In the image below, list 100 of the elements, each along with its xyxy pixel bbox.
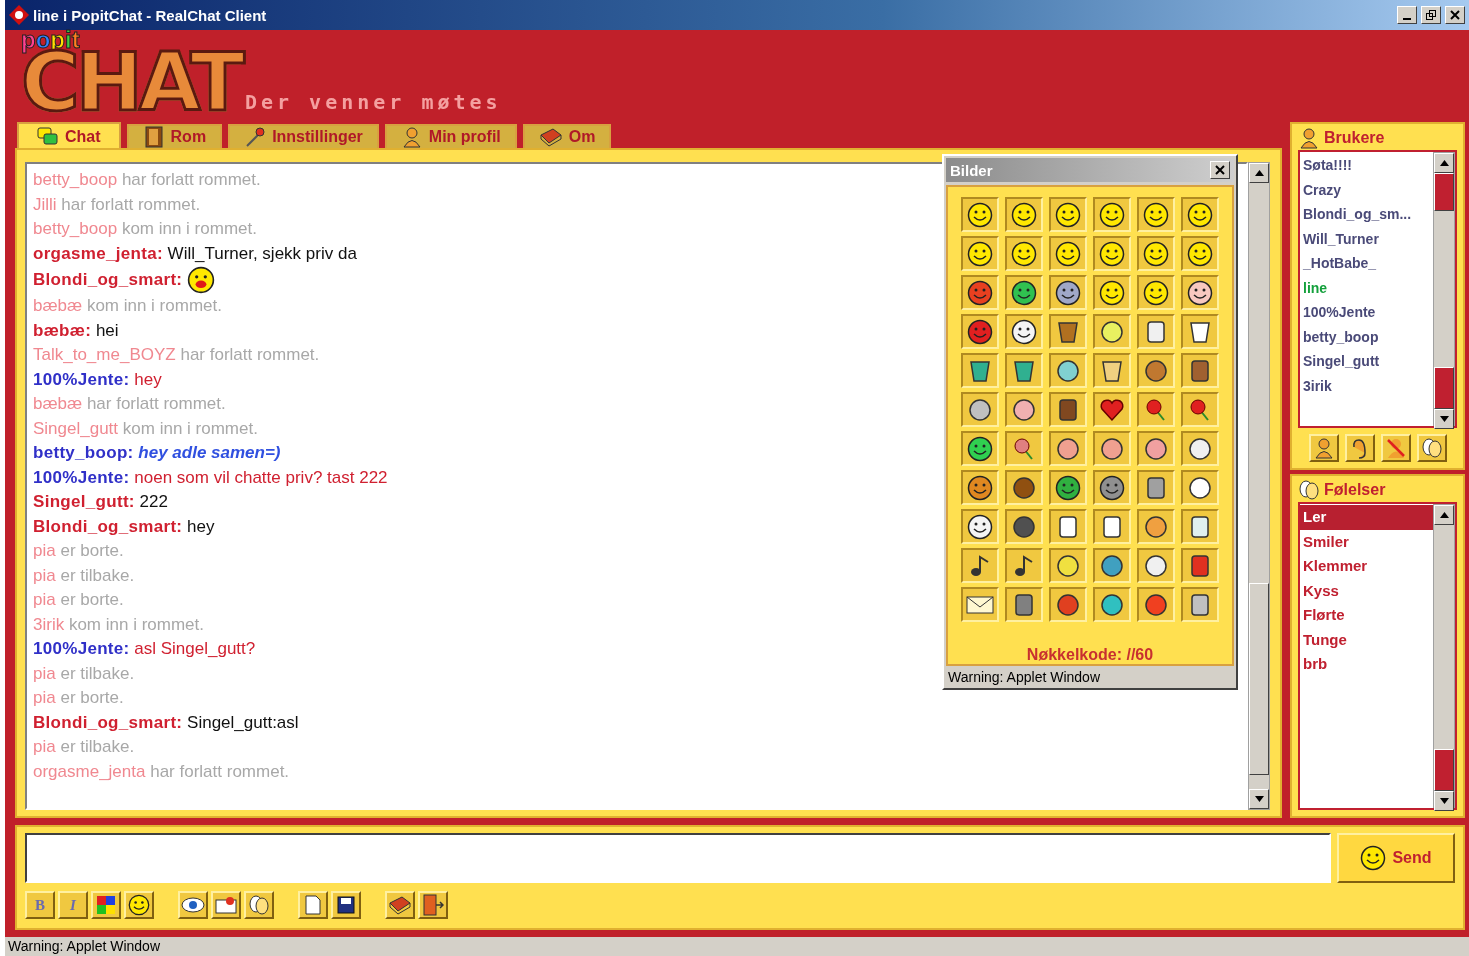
message-input[interactable] (25, 833, 1331, 883)
tab[interactable]: Rom (126, 124, 223, 148)
emoticon-button[interactable] (1093, 392, 1131, 427)
emoticon-button[interactable] (1049, 236, 1087, 271)
user-list-item[interactable]: 3irik (1300, 373, 1433, 398)
emoticon-button[interactable] (961, 548, 999, 583)
emoticon-button[interactable] (1181, 275, 1219, 310)
scroll-thumb[interactable] (1434, 367, 1454, 409)
feeling-list-item[interactable]: Kyss (1300, 578, 1433, 603)
restore-button[interactable] (1421, 6, 1441, 24)
emoticon-button[interactable] (961, 431, 999, 466)
emoticon-button[interactable] (1005, 548, 1043, 583)
emoticon-button[interactable] (1005, 470, 1043, 505)
emoticon-button[interactable] (1181, 236, 1219, 271)
emoticon-button[interactable] (961, 470, 999, 505)
feelings-button[interactable] (1416, 434, 1447, 462)
emoticon-button[interactable] (1181, 431, 1219, 466)
tab[interactable]: Min profil (384, 124, 517, 148)
emoticon-button[interactable] (1005, 275, 1043, 310)
emoticon-button[interactable] (1005, 236, 1043, 271)
scroll-down-button[interactable] (1434, 409, 1454, 429)
emoticon-button[interactable] (1049, 548, 1087, 583)
feeling-list-item[interactable]: brb (1300, 652, 1433, 677)
emoticon-button[interactable] (1137, 431, 1175, 466)
emoticon-button[interactable] (961, 509, 999, 544)
emoticon-button[interactable] (1049, 353, 1087, 388)
emoticon-button[interactable] (1005, 314, 1043, 349)
emoticon-button[interactable] (1093, 509, 1131, 544)
scrollbar[interactable] (1433, 504, 1455, 808)
emoticon-button[interactable] (1137, 587, 1175, 622)
ear-button[interactable] (1344, 434, 1375, 462)
emoticon-button[interactable] (1005, 509, 1043, 544)
emoticon-button[interactable] (1049, 314, 1087, 349)
scroll-up-button[interactable] (1434, 153, 1454, 173)
tab[interactable]: Chat (17, 122, 121, 150)
scroll-down-button[interactable] (1434, 791, 1454, 811)
scroll-thumb[interactable] (1434, 173, 1454, 211)
scroll-thumb[interactable] (1434, 749, 1454, 791)
emoticon-button[interactable] (1093, 197, 1131, 232)
emoticon-button[interactable] (1049, 197, 1087, 232)
emoticon-button[interactable] (1093, 470, 1131, 505)
emoticon-button[interactable] (1181, 197, 1219, 232)
new-button[interactable] (298, 891, 328, 919)
ignore-button[interactable] (1380, 434, 1411, 462)
emoticon-button[interactable] (1181, 470, 1219, 505)
emoticon-button[interactable] (1093, 275, 1131, 310)
emoticon-button[interactable] (1181, 314, 1219, 349)
send-button[interactable]: Send (1337, 833, 1455, 883)
emoticon-button[interactable] (1181, 587, 1219, 622)
user-list-item[interactable]: Crazy (1300, 177, 1433, 202)
emoticon-button[interactable] (1093, 431, 1131, 466)
emoticon-button[interactable] (1137, 314, 1175, 349)
emoticon-button[interactable] (1049, 587, 1087, 622)
emoticon-button[interactable] (1137, 197, 1175, 232)
emoticon-button[interactable] (961, 197, 999, 232)
emoticon-button[interactable] (1005, 431, 1043, 466)
scroll-up-button[interactable] (1434, 505, 1454, 525)
profile-button[interactable] (1308, 434, 1339, 462)
view-button[interactable] (178, 891, 208, 919)
emoticon-button[interactable] (1093, 548, 1131, 583)
minimize-button[interactable] (1397, 6, 1417, 24)
emoticon-button[interactable] (1137, 392, 1175, 427)
user-list-item[interactable]: Singel_gutt (1300, 349, 1433, 374)
emoticon-button[interactable] (1137, 353, 1175, 388)
feeling-list-item[interactable]: Flørte (1300, 603, 1433, 628)
emoticon-button[interactable] (961, 392, 999, 427)
feeling-list-item[interactable]: Smiler (1300, 529, 1433, 554)
emoticon-button[interactable] (1093, 314, 1131, 349)
emoticon-button[interactable] (1093, 587, 1131, 622)
emoticon-button[interactable] (961, 314, 999, 349)
user-list-item[interactable]: 100%Jente (1300, 300, 1433, 325)
emoticon-button[interactable] (961, 353, 999, 388)
tab[interactable]: Innstillinger (228, 124, 379, 148)
save-button[interactable] (331, 891, 361, 919)
emoticon-button[interactable] (1049, 431, 1087, 466)
user-list-item[interactable]: Søta!!!! (1300, 153, 1433, 178)
private-message-button[interactable] (211, 891, 241, 919)
emoticon-button[interactable] (1137, 509, 1175, 544)
feeling-list-item[interactable]: Tunge (1300, 627, 1433, 652)
exit-button[interactable] (418, 891, 448, 919)
close-button[interactable] (1210, 161, 1230, 179)
emoticon-button[interactable] (1181, 392, 1219, 427)
emoticon-button[interactable] (1093, 353, 1131, 388)
emoticon-button[interactable] (961, 236, 999, 271)
scroll-down-button[interactable] (1249, 789, 1269, 809)
feelings-button[interactable] (244, 891, 274, 919)
emoticon-button[interactable] (1005, 587, 1043, 622)
emoticon-button[interactable] (1137, 470, 1175, 505)
color-button[interactable] (91, 891, 121, 919)
emoticon-button[interactable] (1181, 548, 1219, 583)
scroll-up-button[interactable] (1249, 163, 1269, 183)
emoticon-button[interactable] (1005, 197, 1043, 232)
user-list-item[interactable]: Blondi_og_sm... (1300, 202, 1433, 227)
scrollbar[interactable] (1248, 162, 1270, 810)
user-list-item[interactable]: Will_Turner (1300, 226, 1433, 251)
emoticon-button[interactable] (1181, 353, 1219, 388)
emoticon-button[interactable] (1181, 509, 1219, 544)
user-list-item[interactable]: _HotBabe_ (1300, 251, 1433, 276)
scrollbar[interactable] (1433, 152, 1455, 426)
about-button[interactable] (385, 891, 415, 919)
